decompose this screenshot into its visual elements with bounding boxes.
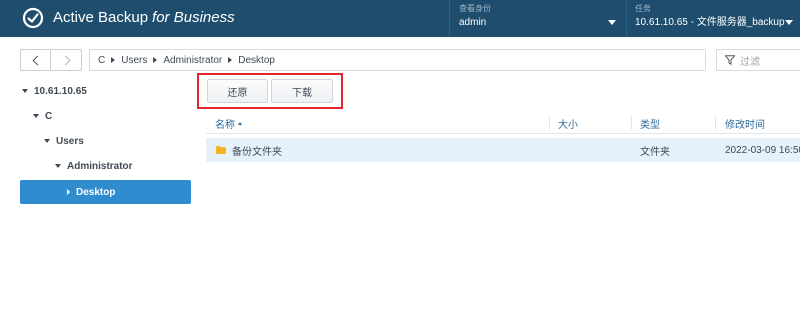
table-row[interactable]: 备份文件夹 文件夹 2022-03-09 16:50:	[206, 138, 800, 162]
tree-item-label: Desktop	[76, 186, 116, 198]
cell-modified: 2022-03-09 16:50:	[725, 144, 800, 156]
caret-down-icon	[22, 89, 28, 93]
tree-item-host[interactable]: 10.61.10.65	[22, 79, 87, 103]
breadcrumb-separator-icon	[111, 57, 116, 63]
caret-down-icon	[44, 139, 50, 143]
app-name: Active Backup	[53, 9, 149, 26]
tree-item-label: Users	[56, 135, 84, 147]
app-header: Active Backup for Business 查看身份 admin 任务 …	[0, 0, 800, 37]
header-divider	[449, 0, 450, 37]
tree-item-administrator[interactable]: Administrator	[55, 154, 133, 178]
filter-input[interactable]: 过滤	[716, 49, 800, 71]
column-header-modified[interactable]: 修改时间	[725, 112, 765, 134]
column-divider[interactable]	[715, 116, 716, 130]
sort-ascending-icon	[238, 121, 242, 125]
header-divider	[626, 0, 627, 37]
column-divider[interactable]	[631, 116, 632, 130]
chevron-right-icon	[60, 55, 71, 65]
tree-item-label: C	[45, 110, 53, 122]
active-backup-logo-icon	[22, 7, 44, 29]
caret-down-icon	[33, 114, 39, 118]
column-header-label: 大小	[558, 119, 578, 131]
column-header-label: 类型	[640, 119, 660, 131]
column-header-label: 名称	[215, 119, 235, 131]
breadcrumb: C Users Administrator Desktop	[89, 49, 706, 71]
file-name: 备份文件夹	[232, 146, 282, 158]
tree-item-c[interactable]: C	[33, 104, 52, 128]
task-selector[interactable]: 任务 10.61.10.65 - 文件服务器_backup	[635, 4, 795, 34]
column-divider[interactable]	[549, 116, 550, 130]
folder-icon	[216, 146, 226, 154]
cell-name: 备份文件夹	[216, 138, 282, 162]
breadcrumb-separator-icon	[153, 57, 158, 63]
breadcrumb-item[interactable]: Users	[121, 55, 147, 66]
chevron-left-icon	[32, 55, 42, 65]
column-header-label: 修改时间	[725, 119, 765, 131]
breadcrumb-item[interactable]: C	[98, 55, 105, 66]
identity-label: 查看身份	[459, 4, 491, 13]
column-header-name[interactable]: 名称	[215, 112, 242, 134]
breadcrumb-item[interactable]: Administrator	[163, 55, 222, 66]
restore-button[interactable]: 还原	[207, 79, 268, 103]
column-header-type[interactable]: 类型	[640, 112, 660, 134]
app-name-sub: for Business	[152, 9, 235, 26]
filter-placeholder: 过滤	[740, 56, 760, 68]
download-button[interactable]: 下载	[271, 79, 333, 103]
app-title: Active Backup for Business	[53, 9, 235, 26]
breadcrumb-separator-icon	[228, 57, 233, 63]
identity-selector[interactable]: 查看身份 admin	[459, 4, 622, 34]
funnel-icon	[725, 55, 735, 65]
table-header: 名称 大小 类型 修改时间	[206, 112, 800, 134]
tree-item-users[interactable]: Users	[44, 129, 84, 153]
nav-button-group	[20, 49, 82, 71]
task-label: 任务	[635, 4, 651, 13]
identity-value: admin	[459, 17, 487, 28]
task-value: 10.61.10.65 - 文件服务器_backup	[635, 17, 785, 28]
task-dropdown-icon[interactable]	[785, 20, 793, 25]
breadcrumb-item[interactable]: Desktop	[238, 55, 275, 66]
column-header-size[interactable]: 大小	[558, 112, 578, 134]
back-button[interactable]	[21, 50, 51, 70]
identity-dropdown-icon[interactable]	[608, 20, 616, 25]
tree-item-label: Administrator	[67, 160, 133, 172]
forward-button[interactable]	[52, 50, 82, 70]
caret-down-icon	[55, 164, 61, 168]
tree-item-label: 10.61.10.65	[34, 85, 87, 97]
tree-item-desktop[interactable]: Desktop	[20, 180, 191, 204]
caret-right-icon	[67, 189, 70, 195]
cell-type: 文件夹	[640, 146, 670, 158]
